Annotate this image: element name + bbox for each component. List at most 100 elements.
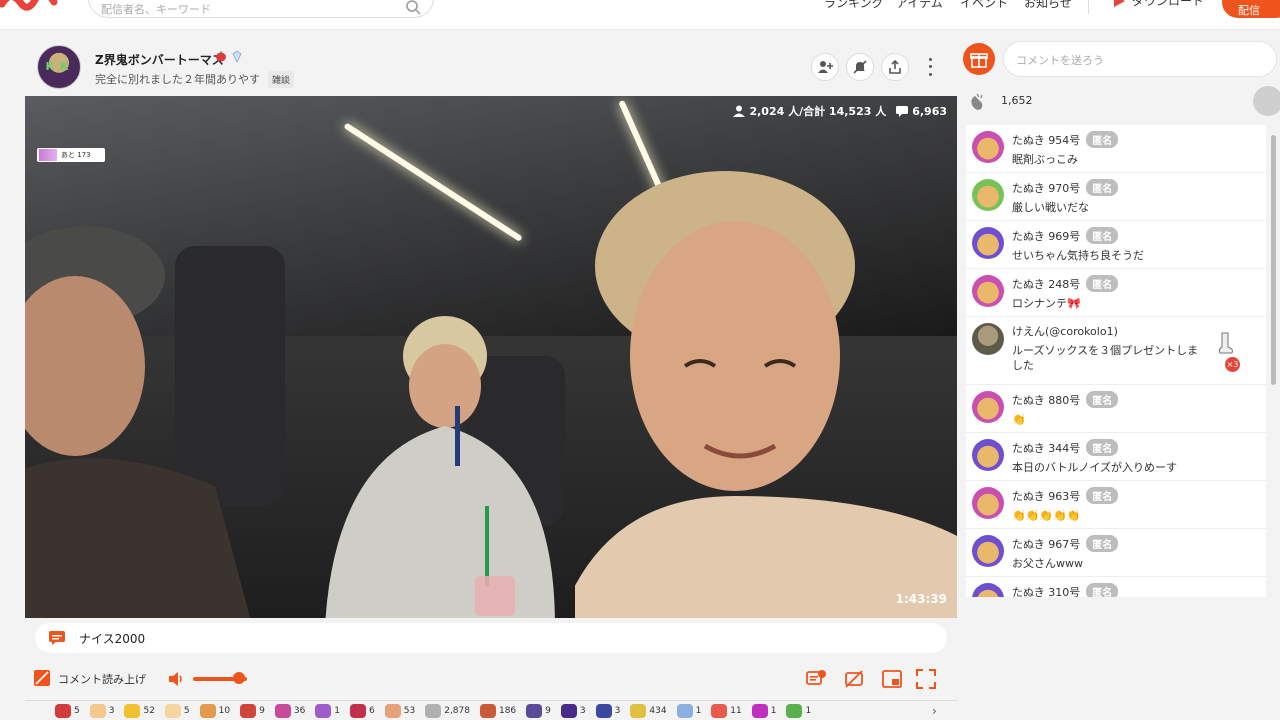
commenter-name[interactable]: たぬき 880号 bbox=[1012, 392, 1080, 408]
commenter-avatar[interactable] bbox=[972, 583, 1004, 597]
commenter-avatar[interactable] bbox=[972, 391, 1004, 423]
top-header: 配信者名、キーワード ランキング アイテム イベント お知らせ ダウンロード 配… bbox=[0, 0, 1280, 30]
volume-icon[interactable] bbox=[167, 670, 185, 688]
comment-item[interactable]: たぬき 963号 匿名 👏👏👏👏👏 bbox=[966, 481, 1266, 529]
comment-item[interactable]: たぬき 970号 匿名 厳しい戦いだな bbox=[966, 173, 1266, 221]
gift-item[interactable]: 11 bbox=[711, 703, 742, 718]
commenter-avatar[interactable] bbox=[972, 227, 1004, 259]
comment-text: ルーズソックスを３個プレゼントしました bbox=[1012, 344, 1199, 373]
gift-item[interactable]: 1 bbox=[751, 703, 776, 718]
nav-news[interactable]: お知らせ bbox=[1024, 0, 1072, 11]
clap-icon[interactable] bbox=[967, 91, 989, 113]
gift-item[interactable]: 3 bbox=[89, 703, 114, 718]
video-player[interactable]: 2,024 人/合計 14,523 人 6,963 あと 173 1:43:39 bbox=[25, 96, 957, 618]
download-link[interactable]: ダウンロード bbox=[1112, 0, 1204, 9]
send-button[interactable] bbox=[1253, 86, 1280, 116]
commenter-name[interactable]: たぬき 954号 bbox=[1012, 132, 1080, 148]
comment-item[interactable]: たぬき 967号 匿名 お父さんwww bbox=[966, 529, 1266, 577]
gift-item-count: 434 bbox=[649, 705, 667, 716]
read-aloud-toggle-icon[interactable] bbox=[34, 670, 50, 686]
comment-list[interactable]: たぬき 954号 匿名 眠剤ぶっこみ たぬき 970号 匿名 厳しい戦いだな たぬき 969… bbox=[966, 125, 1266, 597]
comment-input[interactable]: コメントを送ろう bbox=[1003, 41, 1277, 77]
commenter-avatar[interactable] bbox=[972, 535, 1004, 567]
gift-item[interactable]: 9 bbox=[526, 703, 551, 718]
site-logo[interactable] bbox=[0, 0, 58, 18]
volume-slider-thumb[interactable] bbox=[232, 672, 245, 684]
commenter-name[interactable]: たぬき 963号 bbox=[1012, 488, 1080, 504]
notification-toggle-button[interactable] bbox=[846, 53, 874, 81]
commenter-name[interactable]: たぬき 248号 bbox=[1012, 276, 1080, 292]
gift-item[interactable]: 3 bbox=[560, 703, 586, 718]
comment-item[interactable]: たぬき 880号 匿名 👏 bbox=[966, 385, 1266, 433]
commenter-avatar[interactable] bbox=[972, 275, 1004, 307]
genre-tag[interactable]: 雑談 bbox=[268, 71, 295, 88]
commenter-name[interactable]: たぬき 344号 bbox=[1012, 440, 1080, 456]
commenter-name[interactable]: たぬき 310号 bbox=[1012, 584, 1080, 598]
commenter-avatar[interactable] bbox=[972, 487, 1004, 519]
comment-item[interactable]: たぬき 310号 匿名 bbox=[966, 577, 1266, 597]
event-badge-text: あと 173 bbox=[61, 151, 91, 159]
gift-button[interactable] bbox=[963, 43, 995, 75]
gift-item[interactable]: 1 bbox=[676, 703, 701, 718]
clap-count: 1,652 bbox=[1001, 94, 1033, 107]
comment-count: 6,963 bbox=[912, 104, 947, 118]
commenter-avatar[interactable] bbox=[972, 179, 1004, 211]
anonymous-badge: 匿名 bbox=[1086, 583, 1119, 597]
gift-item-icon bbox=[425, 703, 442, 718]
gift-item[interactable]: 5 bbox=[55, 703, 80, 718]
gift-item-icon bbox=[350, 703, 367, 718]
nav-ranking[interactable]: ランキング bbox=[824, 0, 884, 11]
gift-item[interactable]: 5 bbox=[164, 703, 190, 718]
more-options-icon[interactable] bbox=[921, 56, 939, 78]
nav-items[interactable]: アイテム bbox=[896, 0, 943, 11]
start-live-button[interactable]: 配信 bbox=[1222, 0, 1280, 18]
gift-item[interactable]: 1 bbox=[786, 703, 811, 718]
commenter-name[interactable]: たぬき 967号 bbox=[1012, 536, 1080, 552]
gift-item[interactable]: 10 bbox=[199, 703, 230, 718]
commenter-avatar[interactable] bbox=[972, 131, 1004, 163]
comment-item[interactable]: たぬき 344号 匿名 本日のバトルノイズが入りめーす bbox=[966, 433, 1266, 481]
comment-item[interactable]: たぬき 969号 匿名 せいちゃん気持ち良そうだ bbox=[966, 221, 1266, 269]
commenter-name[interactable]: たぬき 970号 bbox=[1012, 180, 1080, 196]
fullscreen-icon[interactable] bbox=[915, 668, 937, 690]
streamer-name[interactable]: Z界鬼ボンバートーマス bbox=[95, 51, 224, 68]
gift-item[interactable]: 434 bbox=[630, 703, 667, 718]
comment-count-icon bbox=[896, 106, 909, 117]
share-button[interactable] bbox=[881, 53, 909, 81]
gift-item-count: 3 bbox=[614, 705, 621, 716]
event-badge-overlay[interactable]: あと 173 bbox=[37, 148, 105, 162]
gift-item[interactable]: 9 bbox=[240, 703, 265, 718]
gift-item-count: 36 bbox=[293, 705, 306, 716]
loose-socks-gift-icon bbox=[1218, 332, 1233, 354]
gift-item[interactable]: 53 bbox=[384, 703, 415, 718]
gift-item[interactable]: 6 bbox=[350, 703, 375, 718]
commenter-avatar[interactable] bbox=[972, 439, 1004, 471]
gift-item[interactable]: 36 bbox=[274, 703, 306, 718]
commenter-name[interactable]: たぬき 969号 bbox=[1012, 228, 1080, 244]
commenter-name-row: たぬき 954号 匿名 bbox=[1012, 131, 1266, 148]
video-person-middle bbox=[325, 316, 555, 618]
comment-item[interactable]: けえん(@corokolo1) ルーズソックスを３個プレゼントしました ×3 bbox=[966, 317, 1266, 385]
gift-item[interactable]: 3 bbox=[595, 703, 621, 718]
comment-off-icon[interactable] bbox=[843, 668, 865, 690]
commenter-name[interactable]: けえん(@corokolo1) bbox=[1012, 323, 1118, 339]
comment-settings-icon[interactable] bbox=[805, 668, 827, 690]
gift-item-count: 3 bbox=[579, 705, 586, 716]
search-box[interactable]: 配信者名、キーワード bbox=[88, 0, 434, 18]
read-aloud-label[interactable]: コメント読み上げ bbox=[58, 671, 146, 687]
picture-in-picture-icon[interactable] bbox=[881, 668, 903, 690]
gift-item[interactable]: 2,878 bbox=[425, 703, 470, 718]
gift-item[interactable]: 186 bbox=[479, 703, 516, 718]
comment-item[interactable]: たぬき 954号 匿名 眠剤ぶっこみ bbox=[966, 125, 1266, 173]
streamer-avatar[interactable]: KK bbox=[37, 45, 81, 89]
gift-item[interactable]: 52 bbox=[124, 703, 155, 718]
follow-button[interactable] bbox=[811, 53, 839, 81]
commenter-avatar[interactable] bbox=[972, 323, 1004, 355]
chevron-right-icon[interactable]: › bbox=[932, 704, 937, 718]
video-person-left bbox=[25, 226, 251, 618]
comment-item[interactable]: たぬき 248号 匿名 ロシナンテ🎀 bbox=[966, 269, 1266, 317]
comment-scrollbar[interactable] bbox=[1271, 135, 1276, 385]
gift-item[interactable]: 1 bbox=[315, 703, 340, 718]
search-icon[interactable] bbox=[405, 0, 421, 15]
nav-events[interactable]: イベント bbox=[960, 0, 1008, 11]
